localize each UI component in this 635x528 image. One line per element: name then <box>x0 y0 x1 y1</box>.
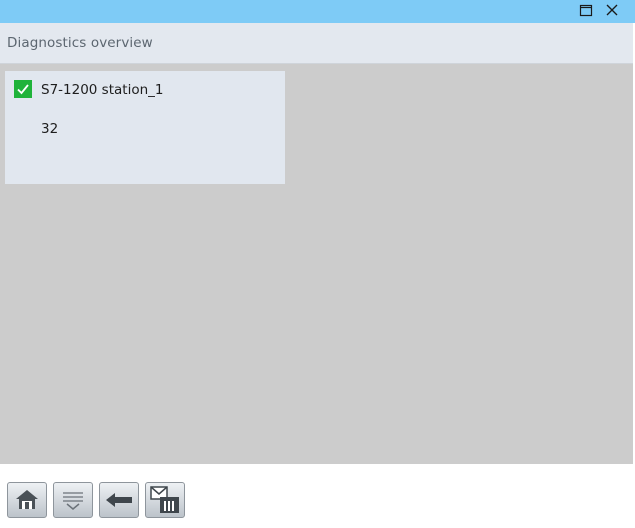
diagnostic-buffer-button[interactable] <box>145 482 185 518</box>
page-title: Diagnostics overview <box>7 35 153 51</box>
close-button[interactable] <box>600 0 624 20</box>
maximize-icon <box>579 4 593 17</box>
station-card[interactable]: S7-1200 station_1 32 <box>5 71 285 184</box>
back-arrow-icon <box>106 493 132 507</box>
back-button[interactable] <box>99 482 139 518</box>
title-bar <box>0 0 635 23</box>
close-icon <box>606 4 618 16</box>
maximize-button[interactable] <box>574 0 598 20</box>
station-value: 32 <box>41 121 59 137</box>
scroll-down-button[interactable] <box>53 482 93 518</box>
scroll-down-icon <box>63 492 83 510</box>
diagnostic-buffer-icon <box>150 486 179 513</box>
status-ok-check-icon <box>14 80 32 98</box>
bottom-toolbar <box>0 464 633 528</box>
station-name: S7-1200 station_1 <box>41 82 164 98</box>
home-icon <box>16 490 38 509</box>
home-button[interactable] <box>7 482 47 518</box>
page-header: Diagnostics overview <box>0 23 633 64</box>
